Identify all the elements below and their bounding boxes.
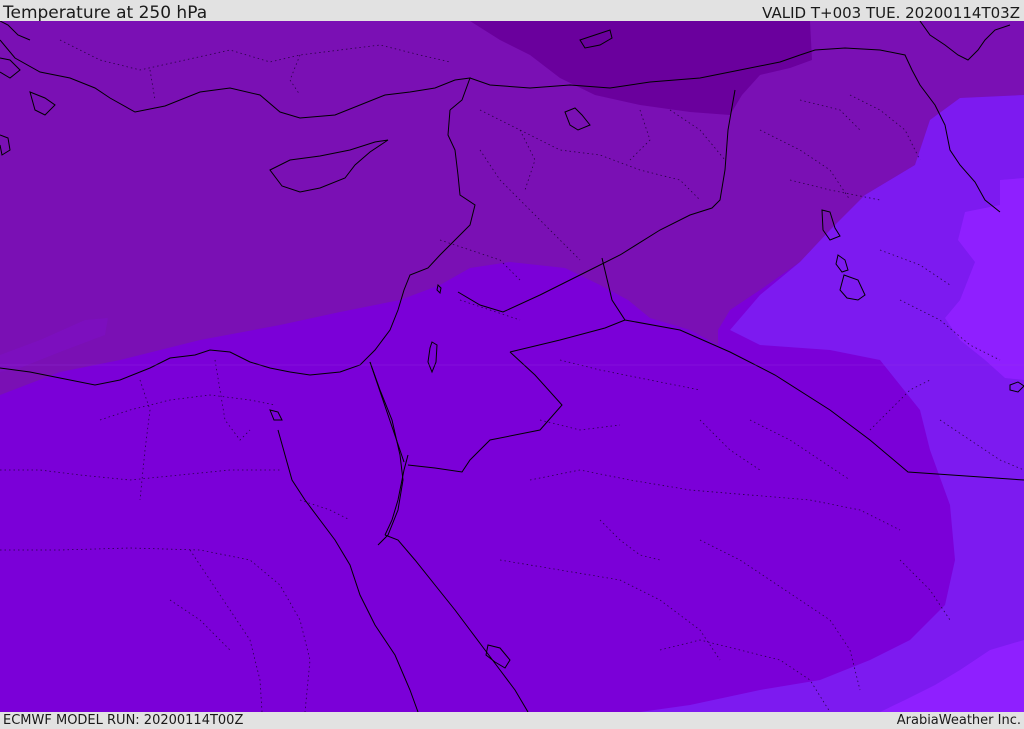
footer-bar: ECMWF MODEL RUN: 20200114T00Z ArabiaWeat… [0, 712, 1024, 729]
map-figure: Temperature at 250 hPa VALID T+003 TUE. … [0, 0, 1024, 729]
title-bar: Temperature at 250 hPa VALID T+003 TUE. … [0, 0, 1024, 23]
valid-time-label: VALID T+003 TUE. 20200114T03Z [762, 4, 1020, 22]
temperature-map [0, 21, 1024, 712]
map-title: Temperature at 250 hPa [3, 3, 208, 23]
credit-label: ArabiaWeather Inc. [896, 713, 1021, 728]
model-run-label: ECMWF MODEL RUN: 20200114T00Z [3, 713, 244, 728]
